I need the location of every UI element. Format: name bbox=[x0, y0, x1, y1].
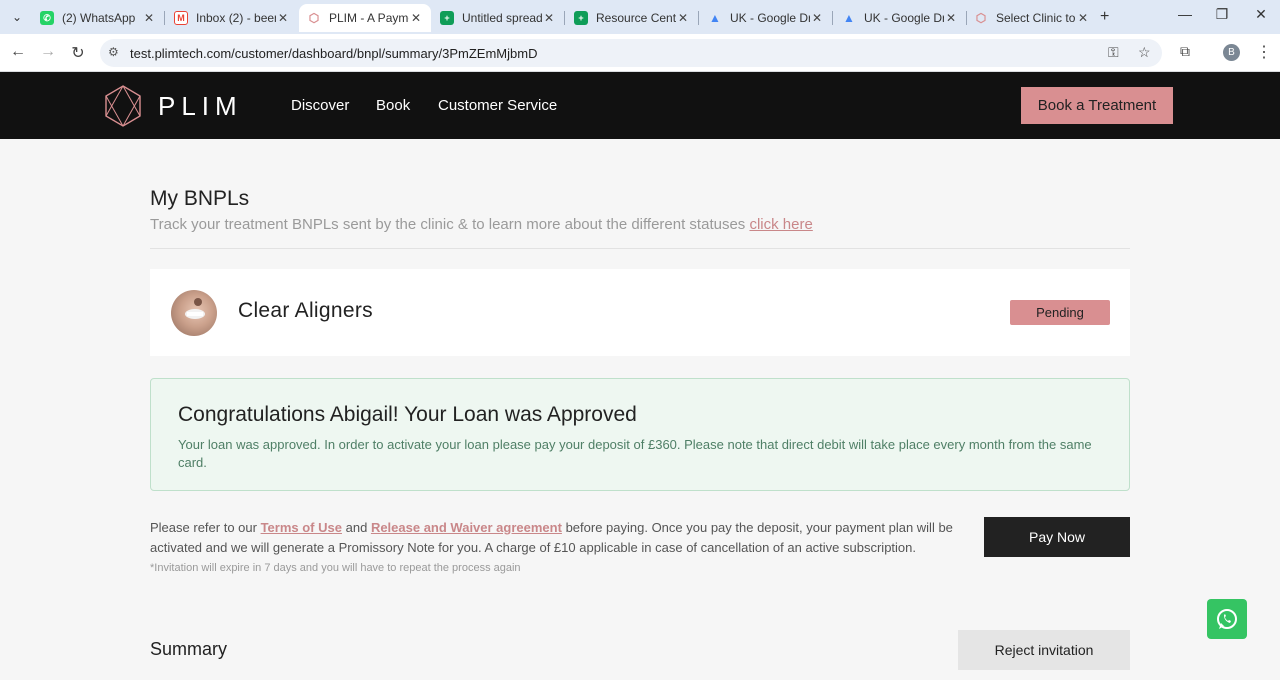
password-key-icon[interactable]: ⚿ bbox=[1108, 44, 1119, 61]
tab-title: Inbox (2) - been bbox=[196, 11, 276, 25]
forward-arrow-icon[interactable]: → bbox=[38, 43, 58, 61]
address-bar[interactable]: ⚙ test.plimtech.com/customer/dashboard/b… bbox=[100, 39, 1162, 67]
tab-separator bbox=[564, 11, 565, 25]
browser-tab-whatsapp[interactable]: ✆ (2) WhatsApp ✕ bbox=[32, 4, 164, 32]
site-info-icon[interactable]: ⚙ bbox=[108, 45, 119, 59]
bookmark-star-icon[interactable]: ☆ bbox=[1138, 44, 1151, 61]
tab-close-icon[interactable]: ✕ bbox=[810, 11, 824, 25]
browser-tab-select-clinic[interactable]: ⬡ Select Clinic to c ✕ bbox=[966, 4, 1098, 32]
approval-heading: Congratulations Abigail! Your Loan was A… bbox=[178, 403, 637, 426]
page-subtitle: Track your treatment BNPLs sent by the c… bbox=[150, 216, 813, 233]
browser-tab-gmail[interactable]: M Inbox (2) - been ✕ bbox=[166, 4, 298, 32]
expiry-note: *Invitation will expire in 7 days and yo… bbox=[150, 562, 521, 574]
treatment-image bbox=[171, 290, 217, 336]
browser-tab-sheets-untitled[interactable]: + Untitled spreads ✕ bbox=[432, 4, 564, 32]
gmail-icon: M bbox=[174, 11, 188, 25]
terms-of-use-link[interactable]: Terms of Use bbox=[261, 520, 342, 535]
whatsapp-chat-button[interactable] bbox=[1207, 599, 1247, 639]
status-badge: Pending bbox=[1010, 300, 1110, 325]
browser-tab-drive-1[interactable]: ▲ UK - Google Dri ✕ bbox=[700, 4, 832, 32]
tab-title: Select Clinic to c bbox=[996, 11, 1076, 25]
divider bbox=[150, 248, 1130, 249]
page-subtitle-text: Track your treatment BNPLs sent by the c… bbox=[150, 216, 746, 233]
extensions-icon[interactable]: ⧉ bbox=[1180, 43, 1190, 60]
tab-close-icon[interactable]: ✕ bbox=[676, 11, 690, 25]
tab-title: (2) WhatsApp bbox=[62, 11, 136, 25]
reload-icon[interactable]: ↻ bbox=[68, 43, 88, 63]
sheets-icon: + bbox=[440, 11, 454, 25]
tab-title: UK - Google Dri bbox=[730, 11, 810, 25]
nav-book[interactable]: Book bbox=[376, 97, 410, 114]
status-info-link[interactable]: click here bbox=[749, 216, 812, 233]
restore-icon[interactable]: ❐ bbox=[1207, 6, 1237, 23]
tab-title: UK - Google Dri bbox=[864, 11, 944, 25]
tab-close-icon[interactable]: ✕ bbox=[1076, 11, 1090, 25]
book-treatment-button[interactable]: Book a Treatment bbox=[1021, 87, 1173, 124]
plim-logo-icon[interactable] bbox=[104, 84, 142, 128]
tab-title: Resource Centre bbox=[596, 11, 676, 25]
tab-close-icon[interactable]: ✕ bbox=[944, 11, 958, 25]
plim-icon: ⬡ bbox=[975, 11, 987, 25]
tab-search-chevron-icon[interactable]: ⌄ bbox=[8, 8, 26, 26]
browser-menu-icon[interactable]: ⋮ bbox=[1256, 42, 1272, 62]
site-header: PLIM Discover Book Customer Service Book… bbox=[0, 72, 1280, 139]
url-text[interactable]: test.plimtech.com/customer/dashboard/bnp… bbox=[130, 46, 537, 61]
treatment-name: Clear Aligners bbox=[238, 299, 373, 322]
tab-separator bbox=[832, 11, 833, 25]
browser-tab-resource-centre[interactable]: + Resource Centre ✕ bbox=[566, 4, 698, 32]
profile-avatar[interactable]: B bbox=[1223, 44, 1240, 61]
treatment-photo-icon bbox=[185, 298, 205, 319]
tab-title: PLIM - A Payment bbox=[329, 11, 409, 25]
whatsapp-icon bbox=[1217, 609, 1237, 629]
reject-invitation-button[interactable]: Reject invitation bbox=[958, 630, 1130, 670]
refer-prefix: Please refer to our bbox=[150, 520, 257, 535]
drive-icon: ▲ bbox=[843, 11, 855, 25]
approval-message: Your loan was approved. In order to acti… bbox=[178, 437, 1092, 470]
logo-text[interactable]: PLIM bbox=[158, 91, 243, 122]
back-arrow-icon[interactable]: ← bbox=[8, 43, 28, 61]
whatsapp-icon: ✆ bbox=[40, 11, 54, 25]
refer-and: and bbox=[345, 520, 368, 535]
drive-icon: ▲ bbox=[709, 11, 721, 25]
browser-tab-plim-active[interactable]: ⬡ PLIM - A Payment ✕ bbox=[299, 4, 431, 32]
minimize-icon[interactable]: — bbox=[1170, 6, 1200, 22]
payment-terms-text: Please refer to our Terms of Use and Rel… bbox=[150, 518, 965, 558]
pay-now-button[interactable]: Pay Now bbox=[984, 517, 1130, 557]
tab-separator bbox=[698, 11, 699, 25]
loan-approved-panel: Congratulations Abigail! Your Loan was A… bbox=[150, 378, 1130, 491]
sheets-icon: + bbox=[574, 11, 588, 25]
release-waiver-link[interactable]: Release and Waiver agreement bbox=[371, 520, 562, 535]
tab-close-icon[interactable]: ✕ bbox=[276, 11, 290, 25]
browser-tab-drive-2[interactable]: ▲ UK - Google Dri ✕ bbox=[834, 4, 966, 32]
browser-tab-strip: ⌄ ✆ (2) WhatsApp ✕ M Inbox (2) - been ✕ … bbox=[0, 0, 1280, 34]
tab-close-icon[interactable]: ✕ bbox=[409, 11, 423, 25]
tab-separator bbox=[164, 11, 165, 25]
summary-title: Summary bbox=[150, 639, 228, 659]
nav-customer-service[interactable]: Customer Service bbox=[438, 97, 557, 114]
new-tab-plus-icon[interactable]: + bbox=[1100, 8, 1109, 26]
plim-icon: ⬡ bbox=[308, 11, 320, 25]
page-title: My BNPLs bbox=[150, 187, 250, 210]
tab-close-icon[interactable]: ✕ bbox=[142, 11, 156, 25]
tab-close-icon[interactable]: ✕ bbox=[542, 11, 556, 25]
treatment-card: Clear Aligners Pending bbox=[150, 269, 1130, 356]
tab-title: Untitled spreads bbox=[462, 11, 542, 25]
browser-toolbar: ← → ↻ ⚙ test.plimtech.com/customer/dashb… bbox=[0, 34, 1280, 72]
window-close-icon[interactable]: ✕ bbox=[1246, 6, 1276, 23]
nav-discover[interactable]: Discover bbox=[291, 97, 349, 114]
